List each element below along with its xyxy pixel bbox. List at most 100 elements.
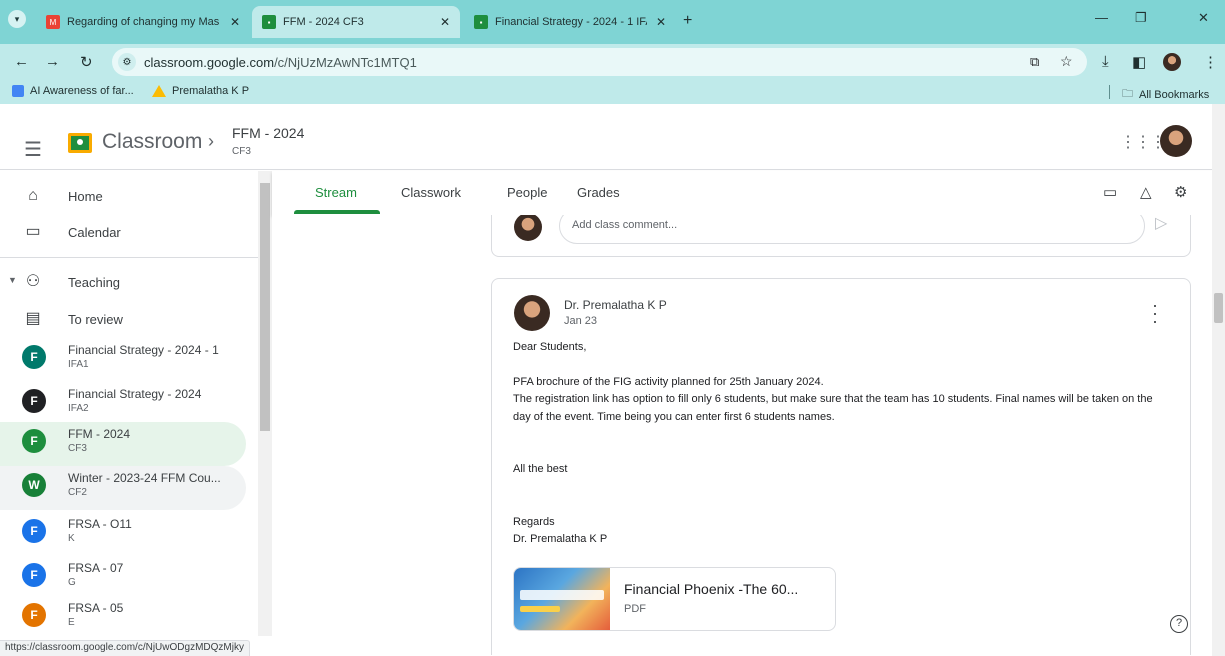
main-menu-icon[interactable]: ☰ xyxy=(24,137,42,162)
profile-avatar[interactable] xyxy=(1163,53,1181,71)
calendar-icon[interactable]: ▭ xyxy=(1103,183,1117,201)
sidebar-item-calendar[interactable]: ▭ Calendar xyxy=(0,211,246,255)
announcement-post: Dr. Premalatha K P Jan 23 · · · Dear Stude… xyxy=(491,278,1191,655)
bookmark-item[interactable]: Premalatha K P xyxy=(152,85,249,97)
tab-people[interactable]: People xyxy=(507,185,547,200)
new-tab-icon[interactable]: + xyxy=(683,12,692,30)
class-section: IFA1 xyxy=(68,359,89,370)
class-name: FRSA - 07 xyxy=(68,561,124,575)
sidebar-item-to-review[interactable]: ▤ To review xyxy=(0,298,246,342)
post-body: Dear Students, PFA brochure of the FIG a… xyxy=(513,339,1173,549)
classroom-icon: ▪ xyxy=(262,15,276,29)
install-app-icon[interactable]: ⧉ xyxy=(1030,54,1039,70)
gmail-icon: M xyxy=(46,15,60,29)
class-name: FRSA - 05 xyxy=(68,601,124,615)
browser-tab-financial-strategy[interactable]: ▪ Financial Strategy - 2024 - 1 IFA ✕ xyxy=(464,6,676,38)
sidebar-class-item[interactable]: F FRSA - 05 E xyxy=(0,596,246,636)
account-avatar[interactable] xyxy=(1160,125,1192,157)
tab-stream[interactable]: Stream xyxy=(315,185,357,200)
sidebar-class-item[interactable]: W Winter - 2023-24 FFM Cou... CF2 xyxy=(0,466,246,510)
post-line: The registration link has option to fill… xyxy=(513,393,1153,423)
stream-content: Add class comment... ▷ Dr. Premalatha K … xyxy=(272,215,1212,655)
class-avatar: F xyxy=(22,519,46,543)
side-panel-icon[interactable]: ◧ xyxy=(1132,53,1146,71)
tab-title: Financial Strategy - 2024 - 1 IFA xyxy=(495,16,647,28)
sidebar-scrollbar[interactable] xyxy=(258,171,272,636)
class-comment-card: Add class comment... ▷ xyxy=(491,215,1191,257)
sidebar-class-item-active[interactable]: F FFM - 2024 CF3 xyxy=(0,422,246,466)
page-scrollbar-thumb[interactable] xyxy=(1214,293,1223,323)
post-regards: Regards xyxy=(513,515,555,528)
sidebar-class-item[interactable]: F FRSA - 07 G xyxy=(0,556,246,600)
sidebar-scrollbar-thumb[interactable] xyxy=(260,183,270,431)
thumbnail-tag xyxy=(520,606,560,612)
close-icon[interactable]: ✕ xyxy=(230,15,240,29)
class-name: FFM - 2024 xyxy=(68,427,131,441)
class-comment-input[interactable]: Add class comment... xyxy=(559,215,1145,244)
bookmarks-bar: AI Awareness of far... Premalatha K P 🗀 … xyxy=(0,80,1225,104)
site-info-icon[interactable]: ⚙ xyxy=(118,53,136,71)
sidebar-class-item[interactable]: F FRSA - O11 K xyxy=(0,512,246,556)
calendar-icon: ▭ xyxy=(25,223,41,240)
url-text[interactable]: classroom.google.com/c/NjUzMzAwNTc1MTQ1 xyxy=(144,55,417,70)
drive-icon xyxy=(152,85,166,97)
breadcrumb-class-name[interactable]: FFM - 2024 xyxy=(232,125,304,141)
sidebar-item-label: To review xyxy=(68,312,123,327)
maximize-icon[interactable]: ❐ xyxy=(1135,10,1147,26)
home-icon: ⌂ xyxy=(28,187,38,204)
minimize-icon[interactable]: — xyxy=(1095,10,1108,25)
app-title[interactable]: Classroom xyxy=(102,130,202,154)
class-section: CF2 xyxy=(68,487,87,498)
class-section: CF3 xyxy=(68,443,87,454)
tab-classwork[interactable]: Classwork xyxy=(401,185,461,200)
active-tab-indicator xyxy=(294,210,380,214)
browser-toolbar: ← → ↻ ⚙ classroom.google.com/c/NjUzMzAwN… xyxy=(0,44,1225,80)
sidebar-class-item[interactable]: F Financial Strategy - 2024 - 1 IFA1 xyxy=(0,338,246,382)
attachment-thumbnail xyxy=(514,568,610,630)
close-icon[interactable]: ✕ xyxy=(440,15,450,29)
post-date: Jan 23 xyxy=(564,315,598,327)
chevron-right-icon: › xyxy=(208,131,214,151)
class-tabs: Stream Classwork People Grades ▭ △ ⚙ xyxy=(272,171,1212,215)
settings-gear-icon[interactable]: ⚙ xyxy=(1174,183,1187,201)
sidebar-class-item[interactable]: F Financial Strategy - 2024 IFA2 xyxy=(0,382,246,426)
class-avatar: F xyxy=(22,563,46,587)
browser-tab-ffm[interactable]: ▪ FFM - 2024 CF3 ✕ xyxy=(252,6,460,38)
attachment-type: PDF xyxy=(624,603,646,615)
back-icon[interactable]: ← xyxy=(14,53,29,70)
folder-icon: 🗀 xyxy=(1122,88,1133,100)
tab-title: FFM - 2024 CF3 xyxy=(283,16,364,28)
more-options-icon[interactable]: · · · xyxy=(1148,296,1162,330)
tab-strip: ▾ M Regarding of changing my Mas ✕ ▪ FFM… xyxy=(0,0,1225,38)
url-host: classroom.google.com xyxy=(144,55,275,70)
google-apps-icon[interactable]: ⋮⋮⋮ xyxy=(1120,132,1166,152)
send-icon[interactable]: ▷ xyxy=(1155,215,1167,233)
caret-down-icon[interactable]: ▼ xyxy=(8,275,17,285)
tab-search-icon[interactable]: ▾ xyxy=(8,10,26,28)
reload-icon[interactable]: ↻ xyxy=(80,53,93,71)
class-name: Financial Strategy - 2024 xyxy=(68,387,202,401)
sidebar-divider xyxy=(0,257,258,258)
class-section: E xyxy=(68,617,75,628)
page-scrollbar[interactable] xyxy=(1212,104,1225,656)
bookmark-item[interactable]: AI Awareness of far... xyxy=(12,85,134,97)
window-close-icon[interactable]: ✕ xyxy=(1198,10,1209,26)
close-icon[interactable]: ✕ xyxy=(656,15,666,29)
post-greeting: Dear Students, xyxy=(513,341,587,353)
classroom-header: ☰ Classroom › FFM - 2024 CF3 ⋮⋮⋮ xyxy=(0,104,1212,170)
browser-menu-icon[interactable]: ⋮ xyxy=(1203,53,1218,71)
help-icon[interactable]: ? xyxy=(1170,615,1188,633)
bookmark-star-icon[interactable]: ☆ xyxy=(1060,53,1073,70)
sidebar-item-label: Home xyxy=(68,189,103,204)
drive-folder-icon[interactable]: △ xyxy=(1140,183,1152,201)
forward-icon[interactable]: → xyxy=(45,53,60,70)
address-bar[interactable]: ⚙ classroom.google.com/c/NjUzMzAwNTc1MTQ… xyxy=(112,48,1087,76)
browser-tab-gmail[interactable]: M Regarding of changing my Mas ✕ xyxy=(36,6,250,38)
download-icon[interactable]: ⤓ xyxy=(1102,53,1109,70)
all-bookmarks[interactable]: 🗀 All Bookmarks xyxy=(1122,85,1209,104)
classroom-logo[interactable] xyxy=(68,133,92,153)
pdf-attachment[interactable]: Financial Phoenix -The 60... PDF xyxy=(513,567,836,631)
class-name: Winter - 2023-24 FFM Cou... xyxy=(68,471,221,485)
tab-grades[interactable]: Grades xyxy=(577,185,620,200)
tab-title: Regarding of changing my Mas xyxy=(67,16,220,28)
